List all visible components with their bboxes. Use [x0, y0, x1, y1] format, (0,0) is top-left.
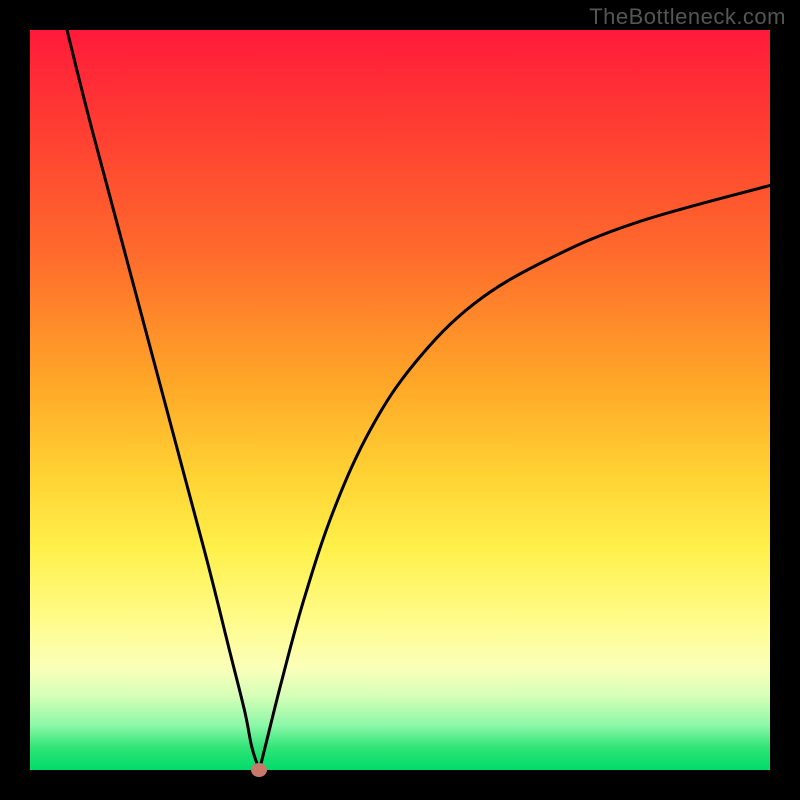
chart-frame: TheBottleneck.com: [0, 0, 800, 800]
bottleneck-curve-right: [259, 185, 770, 770]
minimum-marker-dot: [251, 763, 267, 777]
curve-svg: [30, 30, 770, 770]
watermark-text: TheBottleneck.com: [589, 4, 786, 30]
bottleneck-curve-left: [67, 30, 259, 770]
plot-area: [30, 30, 770, 770]
